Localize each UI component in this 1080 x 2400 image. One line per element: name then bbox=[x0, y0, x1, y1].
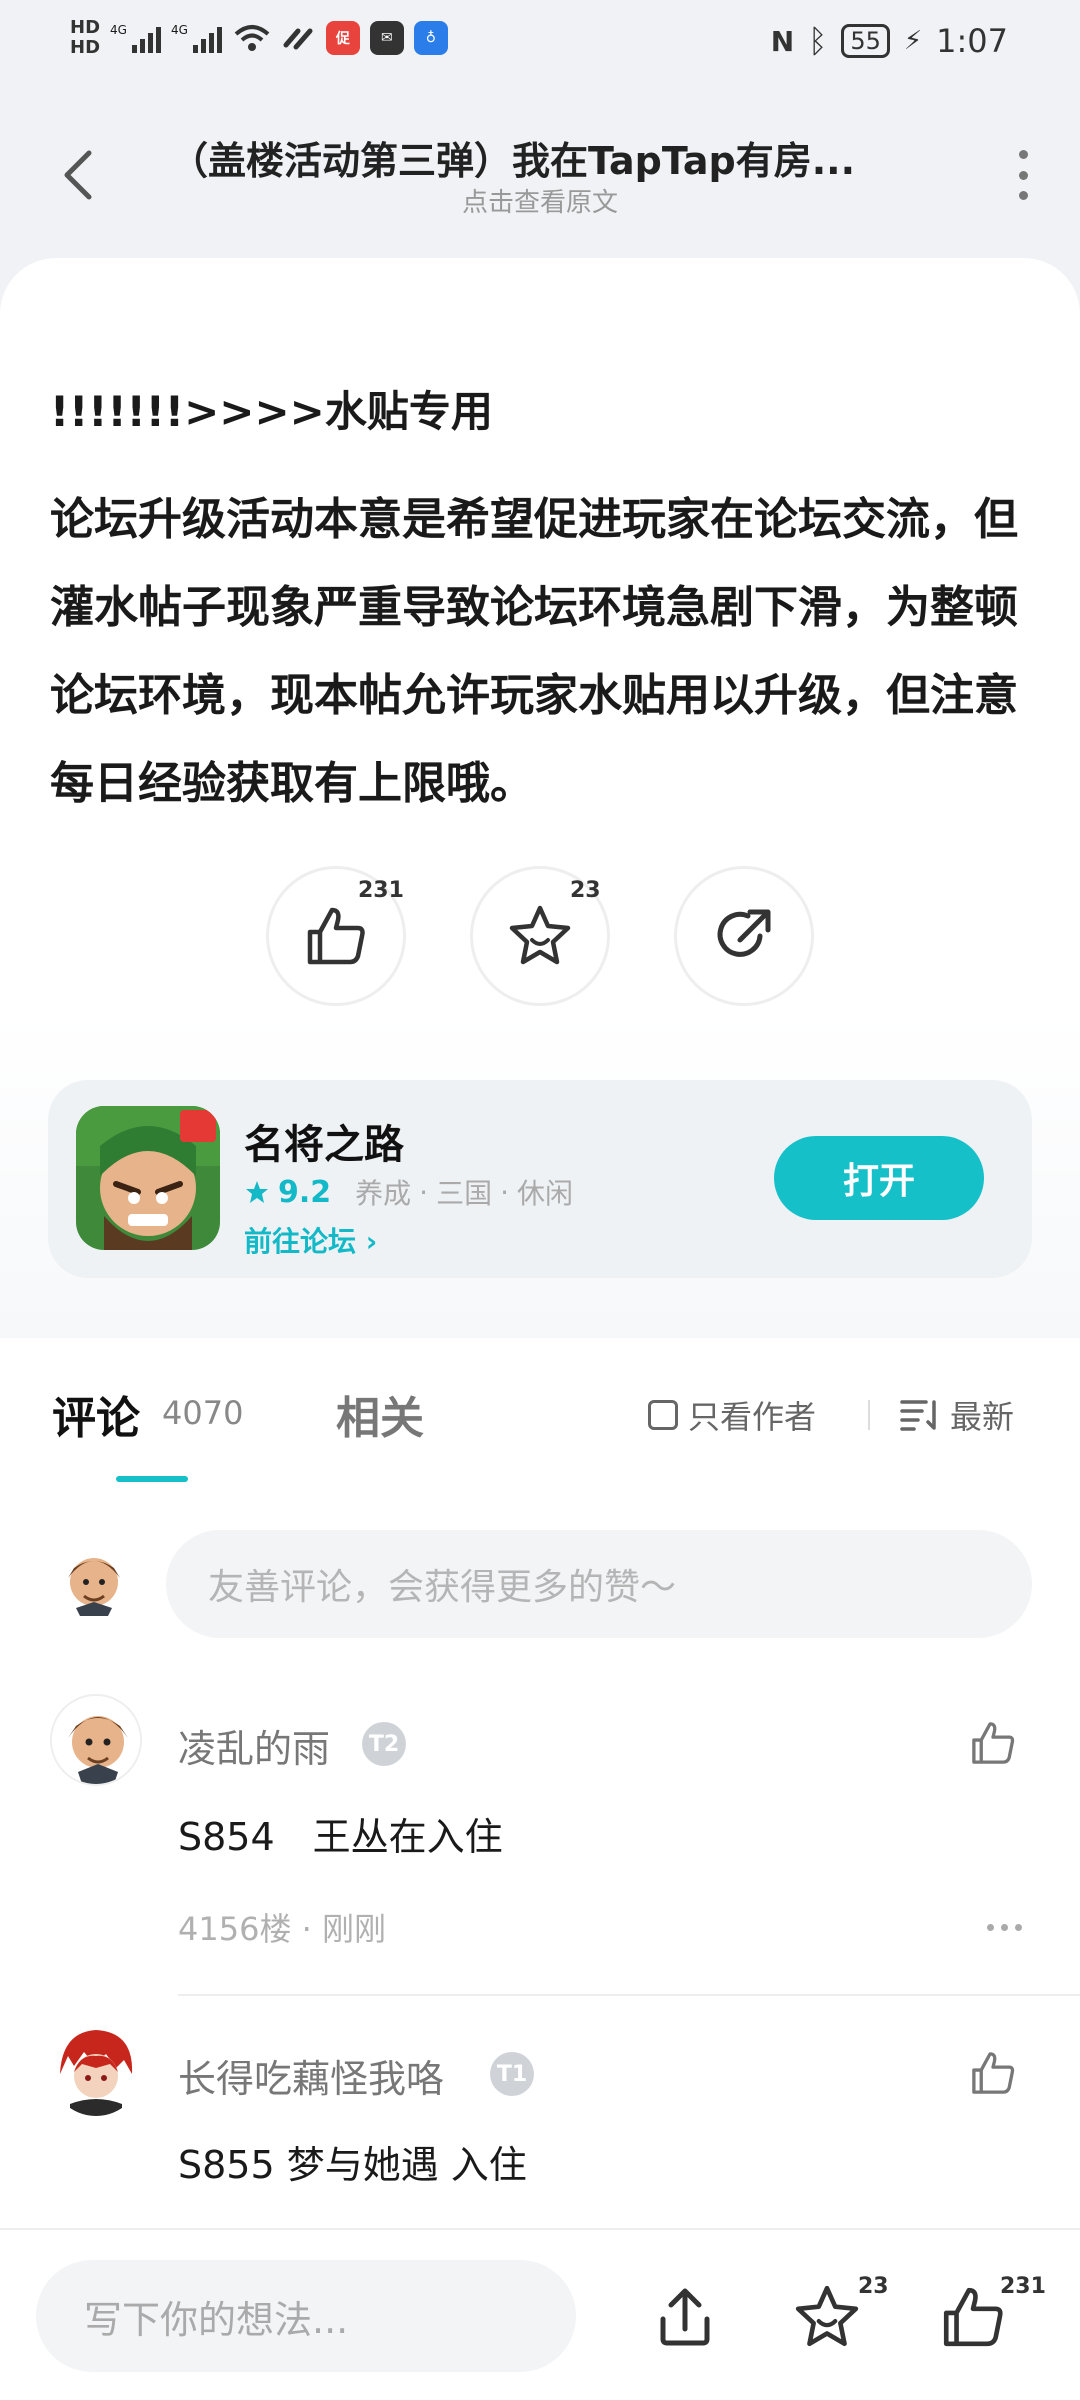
signal-2-icon: 4G bbox=[171, 23, 222, 53]
star-icon bbox=[795, 2285, 859, 2347]
upload-share-icon bbox=[660, 2288, 710, 2346]
dot-icon bbox=[1015, 1924, 1022, 1931]
active-tab-indicator bbox=[116, 1476, 188, 1482]
link-icon bbox=[283, 28, 313, 50]
like-count: 231 bbox=[1000, 2274, 1046, 2299]
favorite-count: 23 bbox=[858, 2274, 889, 2299]
comment-like-button[interactable] bbox=[968, 1718, 1018, 1772]
page-title[interactable]: （盖楼活动第三弹）我在TapTap有房... bbox=[170, 130, 890, 185]
net1-label: 4G bbox=[110, 23, 127, 37]
comment-count: 4070 bbox=[162, 1394, 244, 1432]
comment-input[interactable]: 友善评论，会获得更多的赞～ bbox=[166, 1530, 1032, 1638]
my-avatar[interactable] bbox=[54, 1542, 134, 1622]
post-header: （盖楼活动第三弹）我在TapTap有房... 点击查看原文 bbox=[0, 110, 1080, 230]
sort-label: 最新 bbox=[950, 1398, 1015, 1436]
bluetooth-icon: ᛒ bbox=[808, 22, 828, 60]
dot-icon bbox=[1018, 170, 1028, 180]
comment-text: S855 梦与她遇 入住 bbox=[178, 2143, 527, 2187]
game-rating: 9.2 bbox=[278, 1174, 332, 1210]
mail-icon: ✉ bbox=[369, 21, 404, 55]
sort-icon bbox=[900, 1400, 936, 1431]
game-tag: 休闲 bbox=[517, 1177, 574, 1210]
comments-section: 评论 4070 相关 只看作者 最新 友善评论，会获得更多的赞～ 凌乱的雨 T2… bbox=[0, 1338, 1080, 2228]
author-only-label: 只看作者 bbox=[688, 1398, 817, 1436]
thumbs-up-icon bbox=[972, 2052, 1015, 2094]
tag-separator: · bbox=[500, 1175, 509, 1209]
clock: 1:07 bbox=[936, 22, 1008, 60]
hd-indicator: HD HD bbox=[70, 18, 100, 58]
reply-input[interactable]: 写下你的想法... bbox=[36, 2260, 576, 2372]
sort-button[interactable]: 最新 bbox=[900, 1392, 1014, 1438]
comment-avatar[interactable] bbox=[50, 2024, 142, 2116]
signal-icon: 4G bbox=[110, 23, 161, 53]
more-menu-button[interactable] bbox=[1008, 150, 1038, 200]
level-badge: T1 bbox=[490, 2052, 534, 2096]
comment-like-button[interactable] bbox=[968, 2048, 1018, 2102]
level-badge: T2 bbox=[362, 1722, 406, 1766]
bottom-bar: 写下你的想法... 23 231 bbox=[0, 2228, 1080, 2400]
hd2-label: HD bbox=[70, 37, 101, 58]
tab-comments[interactable]: 评论 bbox=[52, 1382, 140, 1446]
author-only-toggle[interactable]: 只看作者 bbox=[648, 1392, 816, 1438]
game-name[interactable]: 名将之路 bbox=[244, 1112, 404, 1170]
tab-related[interactable]: 相关 bbox=[336, 1382, 424, 1446]
chevron-right-icon: › bbox=[365, 1225, 378, 1258]
thumbs-up-icon bbox=[943, 2287, 1003, 2347]
dot-icon bbox=[987, 1924, 994, 1931]
wifi-icon bbox=[234, 25, 270, 51]
comment-author[interactable]: 长得吃藕怪我咯 bbox=[178, 2048, 444, 2103]
open-game-button[interactable]: 打开 bbox=[774, 1136, 984, 1220]
dot-icon bbox=[1001, 1924, 1008, 1931]
comment-more-button[interactable] bbox=[987, 1924, 1022, 1931]
author-only-checkbox[interactable] bbox=[648, 1400, 678, 1430]
go-to-forum-link[interactable]: 前往论坛 › bbox=[244, 1220, 377, 1260]
dot-icon bbox=[1018, 150, 1028, 159]
go-to-forum-label: 前往论坛 bbox=[244, 1225, 357, 1258]
net2-label: 4G bbox=[170, 23, 188, 37]
comment-author[interactable]: 凌乱的雨 bbox=[178, 1718, 330, 1773]
game-meta: 9.2 养成 · 三国 · 休闲 bbox=[244, 1172, 573, 1212]
comment-avatar[interactable] bbox=[50, 1694, 142, 1786]
game-card[interactable]: 名将之路 9.2 养成 · 三国 · 休闲 前往论坛 › 打开 bbox=[48, 1080, 1032, 1278]
charging-icon: ⚡ bbox=[903, 26, 923, 56]
thumbs-up-icon bbox=[307, 907, 365, 965]
star-icon bbox=[509, 905, 571, 965]
comment-meta: 4156楼 · 刚刚 bbox=[178, 1910, 386, 1948]
post-body: 论坛升级活动本意是希望促进玩家在论坛交流，但灌水帖子现象严重导致论坛环境急剧下滑… bbox=[50, 494, 1018, 809]
favorite-count: 23 bbox=[570, 878, 601, 903]
view-original-link[interactable]: 点击查看原文 bbox=[0, 182, 1080, 219]
battery-indicator: 55 bbox=[841, 24, 890, 58]
post-content: !!!!!!!>>>>水贴专用 论坛升级活动本意是希望促进玩家在论坛交流，但灌水… bbox=[0, 258, 1080, 1338]
bulb-icon: ♁ bbox=[413, 21, 448, 55]
post-heading: !!!!!!!>>>>水贴专用 bbox=[50, 387, 493, 436]
nfc-icon: N bbox=[770, 24, 795, 58]
share-button[interactable] bbox=[640, 2272, 730, 2362]
status-bar: HD HD 4G 4G 促 ✉ ♁ N ᛒ 55 ⚡ 1:07 bbox=[0, 0, 1080, 90]
like-count: 231 bbox=[358, 878, 404, 903]
tag-separator: · bbox=[419, 1175, 429, 1209]
game-tag: 养成 bbox=[355, 1177, 412, 1210]
dot-icon bbox=[1018, 191, 1028, 200]
share-icon bbox=[717, 909, 771, 957]
rating-star-icon bbox=[246, 1181, 268, 1203]
share-button[interactable] bbox=[674, 866, 814, 1006]
game-tag: 三国 bbox=[436, 1177, 493, 1210]
thumbs-up-icon bbox=[972, 1722, 1015, 1764]
comment-text: S854 王丛在入住 bbox=[178, 1815, 503, 1859]
divider bbox=[868, 1400, 870, 1430]
app-red-icon: 促 bbox=[325, 21, 360, 55]
hd1-label: HD bbox=[70, 17, 101, 38]
game-icon[interactable] bbox=[76, 1106, 220, 1250]
comment-divider bbox=[178, 1994, 1080, 1996]
